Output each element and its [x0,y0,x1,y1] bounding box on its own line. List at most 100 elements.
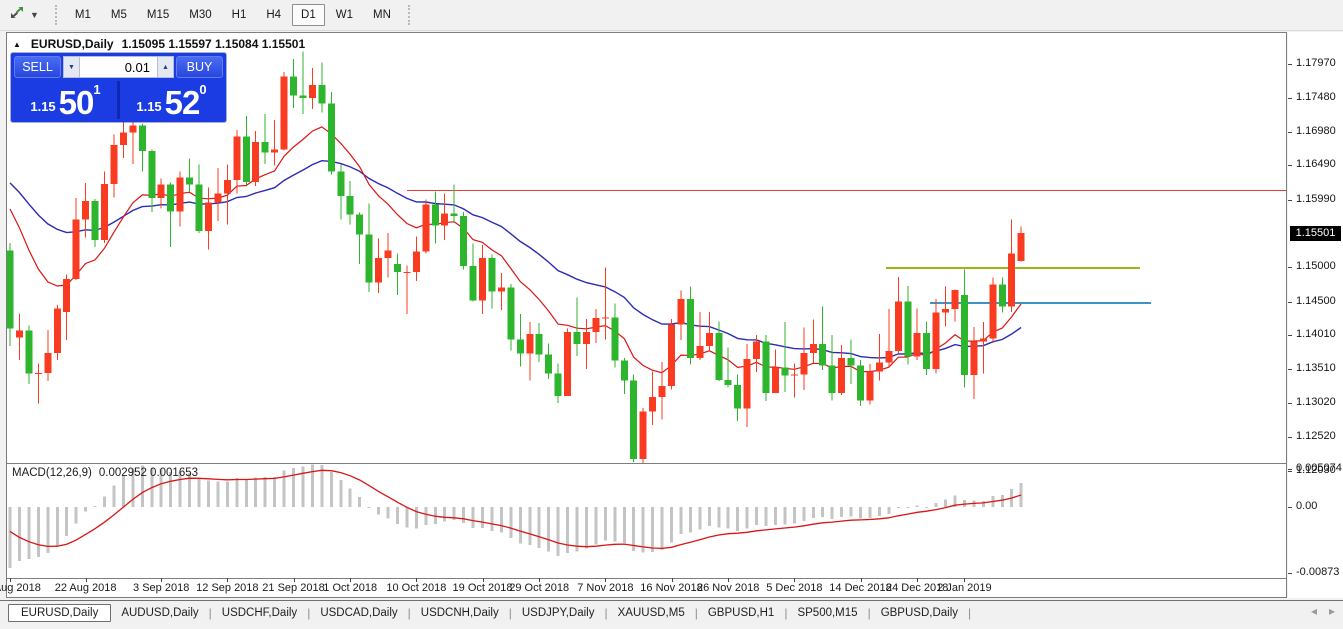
price-axis-label: 1.17970 [1296,57,1336,69]
date-axis-label: 3 Sep 2018 [133,582,189,594]
sell-price-big: 50 [59,88,94,117]
tab-scroll-nav: ◂▸ [1311,604,1335,618]
price-tick [1288,437,1292,438]
date-axis-label: 5 Dec 2018 [766,582,822,594]
macd-axis-label: 0.005074 [1296,462,1342,474]
sell-price-pip: 1 [93,82,100,97]
date-axis-label: 22 Aug 2018 [55,582,117,594]
price-tick [1288,369,1292,370]
chart-tools-icon[interactable] [8,5,26,25]
price-tick [1288,302,1292,303]
price-axis-label: 1.14010 [1296,328,1336,340]
chart-symbol-label: EURUSD,Daily [31,37,114,51]
chart-tab-bar: EURUSD,DailyAUDUSD,Daily|USDCHF,Daily|US… [0,601,1343,625]
timeframe-button-d1[interactable]: D1 [292,4,325,26]
date-axis-label: 10 Aug 2018 [0,582,41,594]
price-axis-label: 1.15990 [1296,193,1336,205]
price-axis[interactable]: 1.17970 1.17480 1.16980 1.16490 1.15990 1.150… [1288,32,1343,598]
price-axis-label: 1.17480 [1296,91,1336,103]
macd-histogram-layer [9,464,1023,567]
date-axis[interactable]: 10 Aug 201822 Aug 20183 Sep 201812 Sep 2… [7,579,1286,597]
macd-name: MACD(12,26,9) [12,467,92,479]
price-tick [1288,165,1292,166]
volume-decrease-button[interactable]: ▼ [63,56,80,78]
date-axis-label: 16 Nov 2018 [640,582,702,594]
toolbar-grip [55,5,58,25]
price-tick [1288,132,1292,133]
chart-tab-xauusd-m5[interactable]: XAUUSD,M5 [608,605,695,621]
date-axis-label: 12 Sep 2018 [196,582,258,594]
price-axis-label: 1.15000 [1296,260,1336,272]
timeframe-button-w1[interactable]: W1 [327,4,362,26]
chart-tab-sp500-m15[interactable]: SP500,M15 [787,605,867,621]
current-price-badge: 1.15501 [1290,226,1341,241]
date-axis-label: 1 Oct 2018 [323,582,377,594]
date-axis-label: 29 Oct 2018 [509,582,569,594]
chart-tab-usdcnh-daily[interactable]: USDCNH,Daily [411,605,509,621]
chart-window[interactable]: ▲ EURUSD,Daily 1.15095 1.15597 1.15084 1… [6,32,1287,598]
date-axis-label: 26 Nov 2018 [697,582,759,594]
chart-tab-audusd-daily[interactable]: AUDUSD,Daily [111,605,208,621]
buy-button[interactable]: BUY [176,56,223,78]
macd-indicator-surface[interactable] [7,464,1286,577]
ma-fast-line [10,127,1021,373]
one-click-trading-panel: SELL ▼ 0.01 ▲ BUY 1.15 50 1 1.15 52 0 [11,53,226,122]
timeframe-button-m15[interactable]: M15 [138,4,178,26]
timeframe-button-m5[interactable]: M5 [102,4,136,26]
timeframe-button-m1[interactable]: M1 [66,4,100,26]
chart-ohlc-values: 1.15095 1.15597 1.15084 1.15501 [122,37,306,51]
volume-input[interactable]: 0.01 [80,56,157,78]
macd-axis-label: -0.00873 [1296,566,1339,578]
macd-tick [1288,573,1292,574]
buy-price[interactable]: 1.15 52 0 [120,81,223,119]
timeframe-button-mn[interactable]: MN [364,4,400,26]
price-tick [1288,335,1292,336]
sell-button[interactable]: SELL [14,56,61,78]
buy-price-prefix: 1.15 [136,99,161,114]
chart-title: ▲ EURUSD,Daily 1.15095 1.15597 1.15084 1… [13,37,305,51]
timeframe-button-m30[interactable]: M30 [180,4,220,26]
chart-tools-dropdown-icon[interactable]: ▼ [30,10,39,20]
date-axis-label: 14 Dec 2018 [829,582,891,594]
collapse-arrow-icon[interactable]: ▲ [13,40,21,49]
chart-tab-usdjpy-daily[interactable]: USDJPY,Daily [512,605,605,621]
price-tick [1288,200,1292,201]
tab-divider: | [968,606,971,620]
price-axis-label: 1.16980 [1296,125,1336,137]
chart-tab-usdcad-daily[interactable]: USDCAD,Daily [310,605,407,621]
price-axis-label: 1.12520 [1296,430,1336,442]
timeframe-button-h1[interactable]: H1 [223,4,256,26]
price-tick [1288,64,1292,65]
chart-tab-gbpusd-daily[interactable]: GBPUSD,Daily [871,605,968,621]
macd-tick [1288,507,1292,508]
date-axis-label: 2 Jan 2019 [937,582,991,594]
date-axis-label: 10 Oct 2018 [386,582,446,594]
chart-tab-usdchf-daily[interactable]: USDCHF,Daily [212,605,307,621]
timeframe-button-h4[interactable]: H4 [257,4,290,26]
macd-axis-label: 0.00 [1296,500,1317,512]
price-axis-label: 1.14500 [1296,295,1336,307]
price-axis-label: 1.13510 [1296,362,1336,374]
buy-price-pip: 0 [199,82,206,97]
date-axis-label: 7 Nov 2018 [577,582,633,594]
macd-tick [1288,469,1292,470]
price-tick [1288,98,1292,99]
date-axis-label: 21 Sep 2018 [262,582,324,594]
chart-tab-eurusd-daily[interactable]: EURUSD,Daily [8,604,111,622]
toolbar-grip-end [408,5,411,25]
tab-scroll-left-icon[interactable]: ◂ [1311,604,1317,618]
price-axis-label: 1.16490 [1296,158,1336,170]
top-toolbar: ▼ M1M5M15M30H1H4D1W1MN [0,0,1343,31]
price-tick [1288,471,1292,472]
buy-price-big: 52 [165,88,200,117]
sell-price-prefix: 1.15 [30,99,55,114]
macd-values: 0.002952 0.001653 [99,467,198,479]
macd-label: MACD(12,26,9) 0.002952 0.001653 [12,467,198,479]
tab-scroll-right-icon[interactable]: ▸ [1329,604,1335,618]
chart-tab-gbpusd-h1[interactable]: GBPUSD,H1 [698,605,784,621]
price-axis-label: 1.13020 [1296,396,1336,408]
price-tick [1288,267,1292,268]
timeframe-button-group: M1M5M15M30H1H4D1W1MN [66,4,400,26]
sell-price[interactable]: 1.15 50 1 [14,81,120,119]
volume-increase-button[interactable]: ▲ [157,56,174,78]
